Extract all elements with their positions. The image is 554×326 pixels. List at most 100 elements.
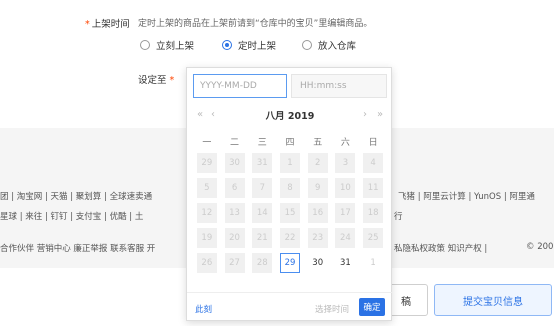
calendar-day: 7 bbox=[248, 178, 276, 198]
weekday: 六 bbox=[340, 138, 350, 148]
calendar-day: 14 bbox=[248, 203, 276, 223]
calendar-day-label: 15 bbox=[279, 203, 300, 223]
select-time-link[interactable]: 选择时间 bbox=[315, 303, 349, 315]
calendar-day: 11 bbox=[359, 178, 387, 198]
weekday: 二 bbox=[230, 138, 240, 148]
calendar-day: 22 bbox=[276, 228, 304, 248]
footer-links-1-right[interactable]: 飞猪 | 阿里云计算 | YunOS | 阿里通 bbox=[398, 190, 535, 202]
radio-scheduled-circle[interactable] bbox=[222, 40, 232, 50]
calendar-day-label: 21 bbox=[252, 228, 273, 248]
weekday: 一 bbox=[202, 138, 212, 148]
calendar-day-label: 16 bbox=[307, 203, 328, 223]
calendar-day: 8 bbox=[276, 178, 304, 198]
footer-links-3[interactable]: 合作伙伴 营销中心 廉正举报 联系客服 开 bbox=[0, 242, 155, 254]
calendar-day-label: 26 bbox=[196, 253, 217, 273]
calendar-day-label: 12 bbox=[196, 203, 217, 223]
calendar-day: 20 bbox=[221, 228, 249, 248]
submit-button[interactable]: 提交宝贝信息 bbox=[434, 284, 552, 316]
calendar-day: 4 bbox=[359, 153, 387, 173]
calendar-day-label: 24 bbox=[335, 228, 356, 248]
weekday: 三 bbox=[257, 138, 267, 148]
radio-immediate-label: 立刻上架 bbox=[156, 41, 195, 52]
calendar-day[interactable]: 29 bbox=[276, 253, 304, 273]
calendar-day-label: 20 bbox=[224, 228, 245, 248]
listing-time-label: * 上架时间 bbox=[85, 16, 130, 30]
calendar-day: 10 bbox=[332, 178, 360, 198]
calendar-day: 29 bbox=[193, 153, 221, 173]
set-to-label-text: 设定至 bbox=[138, 75, 167, 86]
calendar-day-label: 17 bbox=[335, 203, 356, 223]
next-year-icon[interactable]: » bbox=[377, 109, 383, 120]
footer-links-1[interactable]: 团 | 淘宝网 | 天猫 | 聚划算 | 全球速卖通 bbox=[0, 190, 152, 202]
calendar-day-label: 31 bbox=[340, 258, 351, 268]
calendar-day: 6 bbox=[221, 178, 249, 198]
calendar-day: 26 bbox=[193, 253, 221, 273]
footer-links-2[interactable]: 星球 | 来往 | 钉钉 | 支付宝 | 优酷 | 土 bbox=[0, 210, 143, 222]
footer-links-2-right: 行 bbox=[394, 212, 403, 222]
calendar-day-label: 31 bbox=[252, 153, 273, 173]
calendar-day-label: 23 bbox=[307, 228, 328, 248]
calendar-day-label: 7 bbox=[252, 178, 273, 198]
calendar-day-label: 10 bbox=[335, 178, 356, 198]
calendar-day-label: 8 bbox=[279, 178, 300, 198]
calendar-day-label: 28 bbox=[252, 253, 273, 273]
calendar-header: « ‹ 八月 2019 › » bbox=[187, 106, 393, 126]
calendar-day: 3 bbox=[332, 153, 360, 173]
calendar-day-label: 6 bbox=[224, 178, 245, 198]
calendar-day: 19 bbox=[193, 228, 221, 248]
calendar-day: 12 bbox=[193, 203, 221, 223]
listing-time-hint: 定时上架的商品在上架前请到“仓库中的宝贝”里编辑商品。 bbox=[138, 19, 373, 29]
date-picker-popup: YYYY-MM-DD HH:mm:ss « ‹ 八月 2019 › » 一 二 … bbox=[186, 67, 393, 321]
next-month-icon[interactable]: › bbox=[363, 109, 367, 120]
calendar-day-label: 9 bbox=[307, 178, 328, 198]
calendar-day: 31 bbox=[248, 153, 276, 173]
date-input[interactable]: YYYY-MM-DD bbox=[193, 74, 287, 98]
calendar-day-label: 11 bbox=[363, 178, 384, 198]
weekday: 日 bbox=[368, 138, 378, 148]
copyright: © 200 bbox=[526, 242, 554, 252]
calendar-day[interactable]: 1 bbox=[359, 253, 387, 273]
calendar-day: 30 bbox=[221, 153, 249, 173]
radio-immediate-circle[interactable] bbox=[140, 40, 150, 50]
calendar-day: 21 bbox=[248, 228, 276, 248]
calendar-day-label: 22 bbox=[279, 228, 300, 248]
weekday-row: 一 二 三 四 五 六 日 bbox=[193, 135, 387, 148]
radio-scheduled[interactable]: 定时上架 bbox=[222, 38, 276, 52]
calendar-day-label: 14 bbox=[252, 203, 273, 223]
calendar-day-label: 29 bbox=[196, 153, 217, 173]
calendar-day-label: 29 bbox=[279, 253, 300, 273]
calendar-day-label: 19 bbox=[196, 228, 217, 248]
radio-scheduled-label: 定时上架 bbox=[238, 41, 277, 52]
calendar-day: 1 bbox=[276, 153, 304, 173]
footer-links-3-right[interactable]: 私隐私权政策 知识产权 | bbox=[394, 242, 487, 254]
calendar-day-label: 1 bbox=[279, 153, 300, 173]
calendar-day[interactable]: 30 bbox=[304, 253, 332, 273]
calendar-days: 29 30 31 1 2 3 4 5 6 7 8 9 10 11 12 13 14 15 16 17 18 19 20 21 2… bbox=[193, 153, 387, 273]
calendar-day-label: 4 bbox=[363, 153, 384, 173]
calendar-day-label: 13 bbox=[224, 203, 245, 223]
confirm-button[interactable]: 确定 bbox=[359, 298, 385, 316]
now-link[interactable]: 此刻 bbox=[195, 303, 212, 315]
radio-warehouse-circle[interactable] bbox=[302, 40, 312, 50]
calendar-day: 17 bbox=[332, 203, 360, 223]
calendar-day: 15 bbox=[276, 203, 304, 223]
calendar-day: 23 bbox=[304, 228, 332, 248]
calendar-day-label: 2 bbox=[307, 153, 328, 173]
calendar-day-label: 18 bbox=[363, 203, 384, 223]
calendar-day-label: 5 bbox=[196, 178, 217, 198]
set-to-label: 设定至 * bbox=[138, 72, 176, 86]
radio-immediate[interactable]: 立刻上架 bbox=[140, 38, 194, 52]
calendar-day: 27 bbox=[221, 253, 249, 273]
required-mark: * bbox=[85, 19, 90, 30]
calendar-day-label: 3 bbox=[335, 153, 356, 173]
calendar-day: 24 bbox=[332, 228, 360, 248]
calendar-day: 13 bbox=[221, 203, 249, 223]
radio-warehouse[interactable]: 放入仓库 bbox=[302, 38, 356, 52]
time-input[interactable]: HH:mm:ss bbox=[291, 74, 387, 98]
calendar-day[interactable]: 31 bbox=[332, 253, 360, 273]
calendar-day: 18 bbox=[359, 203, 387, 223]
calendar-day: 25 bbox=[359, 228, 387, 248]
required-mark: * bbox=[169, 75, 175, 86]
listing-time-label-text: 上架时间 bbox=[91, 19, 130, 30]
weekday: 五 bbox=[313, 138, 323, 148]
